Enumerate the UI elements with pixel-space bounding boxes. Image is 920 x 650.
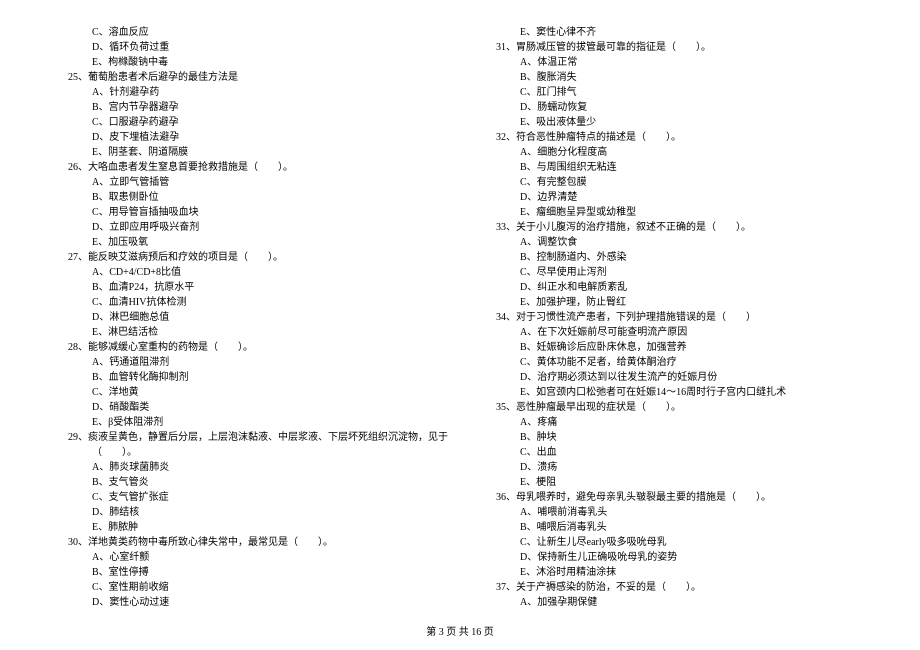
answer-option: E、肺脓肿 — [60, 520, 448, 535]
answer-option: C、支气管扩张症 — [60, 490, 448, 505]
answer-option: A、加强孕期保健 — [488, 595, 860, 610]
answer-option: E、沐浴时用精油涂抹 — [488, 565, 860, 580]
answer-option: D、保持新生儿正确吸吮母乳的姿势 — [488, 550, 860, 565]
question-text: 29、痰液呈黄色，静置后分层，上层泡沫黏液、中层浆液、下层坏死组织沉淀物，见于 — [60, 430, 448, 445]
answer-option: C、溶血反应 — [60, 25, 448, 40]
answer-option: D、立即应用呼吸兴奋剂 — [60, 220, 448, 235]
answer-option: B、血管转化酶抑制剂 — [60, 370, 448, 385]
answer-option: D、治疗期必须达到以往发生流产的妊娠月份 — [488, 370, 860, 385]
question-text: （ ）。 — [60, 445, 448, 460]
answer-option: C、血清HIV抗体检测 — [60, 295, 448, 310]
answer-option: B、肿块 — [488, 430, 860, 445]
answer-option: A、体温正常 — [488, 55, 860, 70]
answer-option: B、腹胀消失 — [488, 70, 860, 85]
right-column: E、窦性心律不齐31、胃肠减压管的拔管最可靠的指征是（ ）。A、体温正常B、腹胀… — [488, 25, 860, 600]
answer-option: D、边界清楚 — [488, 190, 860, 205]
answer-option: D、纠正水和电解质紊乱 — [488, 280, 860, 295]
answer-option: A、疼痛 — [488, 415, 860, 430]
answer-option: E、β受体阻滞剂 — [60, 415, 448, 430]
answer-option: E、梗阻 — [488, 475, 860, 490]
question-text: 30、洋地黄类药物中毒所致心律失常中，最常见是（ ）。 — [60, 535, 448, 550]
page-footer: 第 3 页 共 16 页 — [0, 623, 920, 638]
answer-option: D、循环负荷过重 — [60, 40, 448, 55]
question-text: 27、能反映艾滋病预后和疗效的项目是（ ）。 — [60, 250, 448, 265]
answer-option: D、皮下埋植法避孕 — [60, 130, 448, 145]
answer-option: B、哺喂后消毒乳头 — [488, 520, 860, 535]
answer-option: B、与周围组织无粘连 — [488, 160, 860, 175]
answer-option: C、让新生儿尽early吸多吸吮母乳 — [488, 535, 860, 550]
answer-option: D、硝酸酯类 — [60, 400, 448, 415]
answer-option: B、宫内节孕器避孕 — [60, 100, 448, 115]
answer-option: E、瘤细胞呈异型或幼稚型 — [488, 205, 860, 220]
answer-option: B、妊娠确诊后应卧床休息，加强营养 — [488, 340, 860, 355]
answer-option: C、洋地黄 — [60, 385, 448, 400]
answer-option: B、血清P24，抗原水平 — [60, 280, 448, 295]
answer-option: A、细胞分化程度高 — [488, 145, 860, 160]
answer-option: B、取患侧卧位 — [60, 190, 448, 205]
answer-option: E、加压吸氧 — [60, 235, 448, 250]
question-text: 35、恶性肿瘤最早出现的症状是（ ）。 — [488, 400, 860, 415]
answer-option: A、钙通道阻滞剂 — [60, 355, 448, 370]
answer-option: C、黄体功能不足者，给黄体酮治疗 — [488, 355, 860, 370]
answer-option: E、淋巴结活检 — [60, 325, 448, 340]
answer-option: E、吸出液体量少 — [488, 115, 860, 130]
answer-option: C、用导管盲插抽吸血块 — [60, 205, 448, 220]
answer-option: A、CD+4/CD+8比值 — [60, 265, 448, 280]
answer-option: C、口服避孕药避孕 — [60, 115, 448, 130]
question-text: 31、胃肠减压管的拔管最可靠的指征是（ ）。 — [488, 40, 860, 55]
answer-option: B、支气管炎 — [60, 475, 448, 490]
two-column-layout: C、溶血反应D、循环负荷过重E、枸橼酸钠中毒25、葡萄胎患者术后避孕的最佳方法是… — [60, 25, 860, 600]
answer-option: D、肠蠕动恢复 — [488, 100, 860, 115]
answer-option: C、肛门排气 — [488, 85, 860, 100]
answer-option: C、出血 — [488, 445, 860, 460]
answer-option: C、室性期前收缩 — [60, 580, 448, 595]
answer-option: A、针剂避孕药 — [60, 85, 448, 100]
question-text: 34、对于习惯性流产患者，下列护理措施错误的是（ ） — [488, 310, 860, 325]
answer-option: C、有完整包膜 — [488, 175, 860, 190]
question-text: 36、母乳喂养时，避免母亲乳头皲裂最主要的措施是（ ）。 — [488, 490, 860, 505]
answer-option: A、调整饮食 — [488, 235, 860, 250]
answer-option: B、室性停搏 — [60, 565, 448, 580]
question-text: 25、葡萄胎患者术后避孕的最佳方法是 — [60, 70, 448, 85]
answer-option: E、加强护理，防止臀红 — [488, 295, 860, 310]
answer-option: D、窦性心动过速 — [60, 595, 448, 610]
answer-option: A、立即气管插管 — [60, 175, 448, 190]
left-column: C、溶血反应D、循环负荷过重E、枸橼酸钠中毒25、葡萄胎患者术后避孕的最佳方法是… — [60, 25, 448, 600]
question-text: 26、大咯血患者发生窒息首要抢救措施是（ ）。 — [60, 160, 448, 175]
answer-option: A、哺喂前消毒乳头 — [488, 505, 860, 520]
answer-option: D、淋巴细胞总值 — [60, 310, 448, 325]
answer-option: E、阴茎套、阴道隔膜 — [60, 145, 448, 160]
answer-option: A、在下次妊娠前尽可能查明流产原因 — [488, 325, 860, 340]
answer-option: D、溃疡 — [488, 460, 860, 475]
answer-option: C、尽早使用止泻剂 — [488, 265, 860, 280]
answer-option: A、心室纤颤 — [60, 550, 448, 565]
question-text: 37、关于产褥感染的防治，不妥的是（ ）。 — [488, 580, 860, 595]
answer-option: E、如宫颈内口松弛者可在妊娠14～16周时行子宫内口缝扎术 — [488, 385, 860, 400]
question-text: 32、符合恶性肿瘤特点的描述是（ ）。 — [488, 130, 860, 145]
question-text: 28、能够减缓心室重构的药物是（ ）。 — [60, 340, 448, 355]
question-text: 33、关于小儿腹泻的治疗措施，叙述不正确的是（ ）。 — [488, 220, 860, 235]
answer-option: B、控制肠道内、外感染 — [488, 250, 860, 265]
answer-option: D、肺结核 — [60, 505, 448, 520]
answer-option: E、窦性心律不齐 — [488, 25, 860, 40]
answer-option: E、枸橼酸钠中毒 — [60, 55, 448, 70]
answer-option: A、肺炎球菌肺炎 — [60, 460, 448, 475]
